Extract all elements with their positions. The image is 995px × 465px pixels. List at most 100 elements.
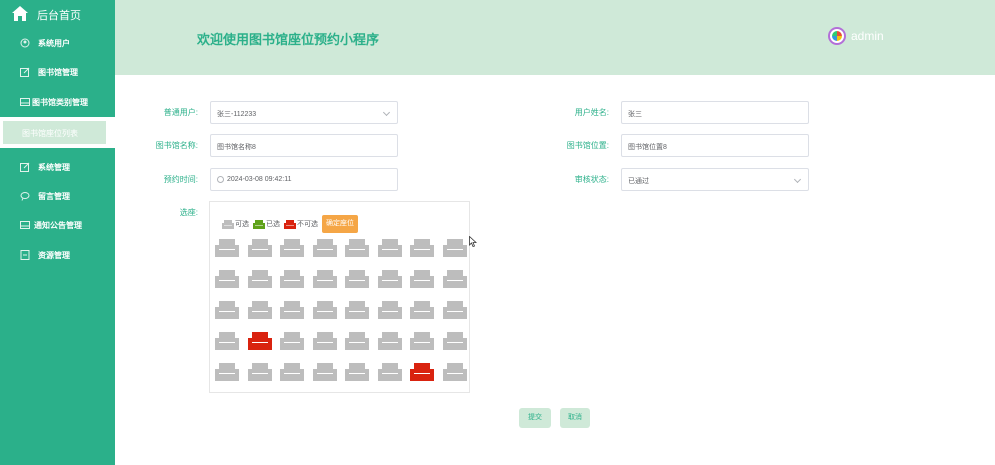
user-name-field[interactable]: 张三: [621, 101, 809, 124]
seat-available[interactable]: [345, 330, 369, 352]
app: 后台首页 系统用户 图书馆管理 图书馆类别管理 图书馆座位列表 系统管理 留言管…: [0, 0, 995, 465]
reserve-time-label: 预约时间:: [163, 175, 198, 184]
user-select-label: 普通用户:: [163, 108, 198, 117]
seat-available[interactable]: [312, 268, 337, 290]
audit-status-value: 已通过: [628, 178, 649, 185]
library-name-label: 图书馆名称:: [155, 141, 198, 150]
legend-selected: 已选: [253, 219, 280, 230]
legend-selected-label: 已选: [266, 221, 280, 228]
seat-available[interactable]: [442, 268, 467, 290]
sidebar-item-seat-list[interactable]: 图书馆座位列表: [0, 117, 115, 148]
legend-available: 可选: [222, 219, 249, 230]
seat-available[interactable]: [345, 268, 369, 290]
reserve-time-picker[interactable]: 2024-03-08 09:42:11: [210, 168, 398, 191]
seat-available[interactable]: [280, 330, 304, 352]
audit-status-select[interactable]: 已通过: [621, 168, 809, 191]
sidebar-item-label: 资源管理: [38, 251, 70, 260]
seat-available[interactable]: [377, 237, 402, 259]
sidebar-item-label: 系统用户: [38, 39, 70, 48]
seat-select-label: 选座:: [179, 208, 198, 217]
seat-unavailable: [410, 363, 434, 381]
user-menu[interactable]: admin: [828, 27, 884, 45]
seat-available[interactable]: [247, 299, 272, 321]
seat-available[interactable]: [247, 361, 272, 383]
user-circle-icon: [20, 38, 30, 48]
seat-available[interactable]: [215, 299, 239, 321]
sidebar-item-system-management[interactable]: 系统管理: [0, 156, 115, 180]
chat-icon: [20, 192, 30, 201]
seat-available[interactable]: [312, 361, 337, 383]
seat-available[interactable]: [345, 237, 369, 259]
username: admin: [851, 29, 884, 43]
seat-available[interactable]: [377, 330, 402, 352]
seat-unavailable: [247, 332, 272, 350]
seat-available[interactable]: [247, 237, 272, 259]
library-location-value: 图书馆位置8: [628, 144, 667, 151]
seat-available[interactable]: [410, 330, 434, 352]
home-icon: [12, 6, 28, 21]
seat-available[interactable]: [410, 299, 434, 321]
seat-available[interactable]: [410, 268, 434, 290]
sidebar-item-library-category[interactable]: 图书馆类别管理: [0, 91, 115, 115]
seat-available[interactable]: [377, 268, 402, 290]
library-location-label: 图书馆位置:: [566, 141, 609, 150]
seat-available[interactable]: [280, 299, 304, 321]
seat-available[interactable]: [215, 268, 239, 290]
sidebar-item-library-management[interactable]: 图书馆管理: [0, 61, 115, 85]
seat-unavailable-icon: [284, 219, 296, 229]
confirm-seat-button[interactable]: 确定座位: [322, 215, 358, 233]
seat-available[interactable]: [280, 268, 304, 290]
page-title: 欢迎使用图书馆座位预约小程序: [197, 32, 380, 47]
seat-available[interactable]: [215, 361, 239, 383]
sidebar-home-label: 后台首页: [37, 10, 81, 22]
seat-available[interactable]: [442, 299, 467, 321]
seat-available[interactable]: [215, 237, 239, 259]
chevron-down-icon: [382, 108, 391, 117]
library-name-value: 图书馆名称8: [217, 144, 256, 151]
seat-available[interactable]: [312, 299, 337, 321]
sidebar-item-label: 图书馆类别管理: [32, 98, 88, 107]
reserve-time-value: 2024-03-08 09:42:11: [227, 176, 292, 183]
chevron-down-icon: [793, 175, 802, 184]
library-name-field[interactable]: 图书馆名称8: [210, 134, 398, 157]
window-icon: [20, 221, 30, 229]
edit-icon: [20, 162, 30, 172]
edit-icon: [20, 67, 30, 77]
seat-available[interactable]: [410, 237, 434, 259]
seat-available[interactable]: [377, 361, 402, 383]
submit-button[interactable]: 提交: [519, 408, 551, 428]
audit-status-label: 审核状态:: [574, 175, 609, 184]
seat-available[interactable]: [442, 237, 467, 259]
seat-available[interactable]: [345, 299, 369, 321]
seat-picker: 可选 已选 不可选 确定座位: [209, 201, 470, 393]
seat-selected-icon: [253, 219, 265, 229]
window-icon: [20, 98, 30, 106]
clock-icon: [217, 176, 224, 183]
seat-available[interactable]: [247, 268, 272, 290]
seat-available[interactable]: [215, 330, 239, 352]
sidebar-home[interactable]: 后台首页: [0, 0, 115, 28]
seat-available[interactable]: [442, 330, 467, 352]
seat-available[interactable]: [280, 237, 304, 259]
seat-available[interactable]: [345, 361, 369, 383]
sidebar-item-label: 通知公告管理: [34, 221, 82, 230]
seat-available[interactable]: [312, 330, 337, 352]
seat-available[interactable]: [377, 299, 402, 321]
user-select[interactable]: 张三-112233: [210, 101, 398, 124]
seat-available[interactable]: [312, 237, 337, 259]
seat-available-icon: [222, 219, 234, 229]
avatar: [828, 27, 846, 45]
seat-available[interactable]: [442, 361, 467, 383]
mouse-cursor-icon: [469, 236, 477, 247]
sidebar-item-resources[interactable]: 资源管理: [0, 244, 115, 268]
sidebar-item-label: 系统管理: [38, 163, 70, 172]
user-select-value: 张三-112233: [217, 111, 257, 118]
sidebar-item-system-users[interactable]: 系统用户: [0, 32, 115, 56]
cancel-button[interactable]: 取消: [560, 408, 590, 428]
library-location-field[interactable]: 图书馆位置8: [621, 134, 809, 157]
sidebar-item-label: 图书馆座位列表: [22, 129, 78, 138]
sidebar: 后台首页 系统用户 图书馆管理 图书馆类别管理 图书馆座位列表 系统管理 留言管…: [0, 0, 115, 465]
seat-available[interactable]: [280, 361, 304, 383]
sidebar-item-messages[interactable]: 留言管理: [0, 185, 115, 209]
sidebar-item-notices[interactable]: 通知公告管理: [0, 214, 115, 238]
